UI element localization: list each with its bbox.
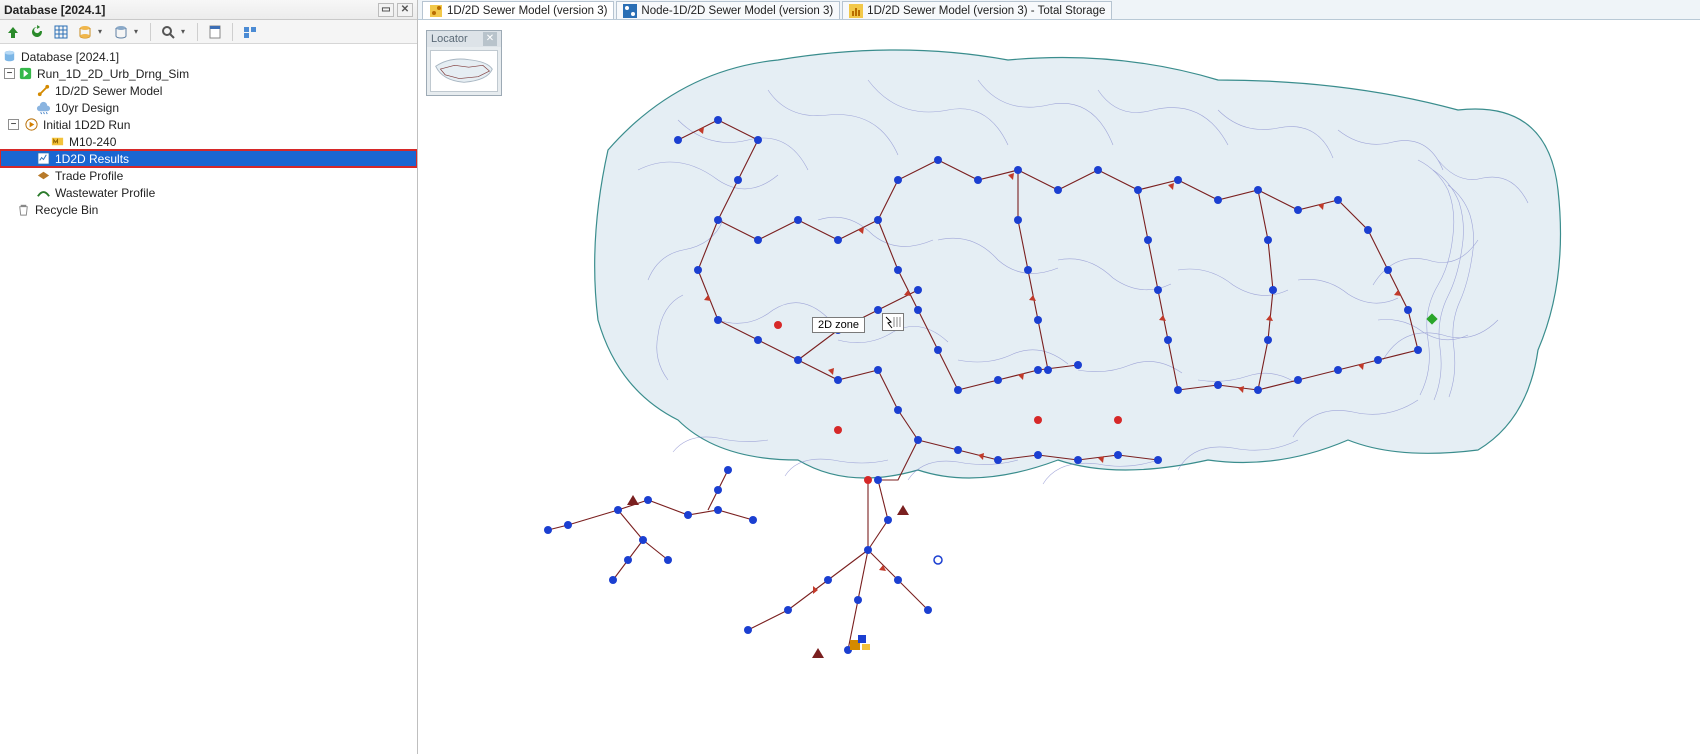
rainfall-m-icon bbox=[50, 134, 65, 149]
waste-profile-icon bbox=[36, 185, 51, 200]
tb-up-icon[interactable] bbox=[4, 23, 22, 41]
locator-title: Locator bbox=[431, 33, 468, 45]
recycle-bin-icon bbox=[16, 202, 31, 217]
tree-label: Run_1D_2D_Urb_Drng_Sim bbox=[37, 67, 189, 81]
tree-label: 1D2D Results bbox=[55, 152, 129, 166]
db-toolbar: ▾ ▾ ▾ bbox=[0, 20, 417, 44]
tab-sewer-model[interactable]: 1D/2D Sewer Model (version 3) bbox=[422, 1, 614, 19]
tree-sewer-model[interactable]: 1D/2D Sewer Model bbox=[0, 82, 417, 99]
tb-refresh-icon[interactable] bbox=[28, 23, 46, 41]
tree-design[interactable]: 10yr Design bbox=[0, 99, 417, 116]
panel-pin-button[interactable]: ▭ bbox=[378, 3, 394, 17]
tree-waste-profile[interactable]: Wastewater Profile bbox=[0, 184, 417, 201]
geoplan-tabs: 1D/2D Sewer Model (version 3) Node-1D/2D… bbox=[418, 0, 1700, 20]
tree-label: 1D/2D Sewer Model bbox=[55, 84, 162, 98]
db-tree[interactable]: Database [2024.1] − Run_1D_2D_Urb_Drng_S… bbox=[0, 44, 417, 754]
database-panel: Database [2024.1] ▭ ✕ ▾ ▾ ▾ bbox=[0, 0, 418, 754]
expander-icon[interactable]: − bbox=[8, 119, 19, 130]
facility-symbol[interactable] bbox=[850, 635, 870, 650]
tree-root[interactable]: Database [2024.1] bbox=[0, 48, 417, 65]
tb-doc-icon[interactable] bbox=[206, 23, 224, 41]
outfalls[interactable] bbox=[627, 495, 909, 658]
tree-label: Database [2024.1] bbox=[21, 50, 119, 64]
network-map[interactable] bbox=[418, 20, 1700, 754]
tree-m10[interactable]: M10-240 bbox=[0, 133, 417, 150]
tree-label: Initial 1D2D Run bbox=[43, 118, 130, 132]
panel-close-button[interactable]: ✕ bbox=[397, 3, 413, 17]
tb-db2-icon[interactable] bbox=[112, 23, 130, 41]
boundary-2d-zone[interactable] bbox=[595, 50, 1561, 478]
tree-results[interactable]: 1D2D Results bbox=[0, 150, 417, 167]
tb-db-icon[interactable] bbox=[76, 23, 94, 41]
database-icon bbox=[2, 49, 17, 64]
tree-run[interactable]: − Run_1D_2D_Urb_Drng_Sim bbox=[0, 65, 417, 82]
cursor-badge bbox=[882, 313, 904, 331]
tree-label: 10yr Design bbox=[55, 101, 119, 115]
rainfall-icon bbox=[36, 100, 51, 115]
panel-titlebar: Database [2024.1] ▭ ✕ bbox=[0, 0, 417, 20]
tree-label: Trade Profile bbox=[55, 169, 123, 183]
results-icon bbox=[36, 151, 51, 166]
tree-initial-run[interactable]: − Initial 1D2D Run bbox=[0, 116, 417, 133]
open-node[interactable] bbox=[934, 556, 942, 564]
tooltip-label: 2D zone bbox=[818, 319, 859, 331]
locator-titlebar: Locator ✕ bbox=[427, 31, 501, 47]
tree-label: M10-240 bbox=[69, 135, 116, 149]
locator-box[interactable]: Locator ✕ bbox=[426, 30, 502, 96]
tab-label: 1D/2D Sewer Model (version 3) - Total St… bbox=[867, 5, 1105, 17]
node-icon bbox=[623, 4, 637, 18]
geoplan-panel: 1D/2D Sewer Model (version 3) Node-1D/2D… bbox=[418, 0, 1700, 754]
tab-storage[interactable]: 1D/2D Sewer Model (version 3) - Total St… bbox=[842, 1, 1112, 19]
panel-title: Database [2024.1] bbox=[4, 3, 105, 17]
trade-profile-icon bbox=[36, 168, 51, 183]
map-tooltip: 2D zone bbox=[812, 317, 865, 333]
tb-search-dropdown-icon[interactable]: ▾ bbox=[181, 27, 189, 36]
tab-label: Node-1D/2D Sewer Model (version 3) bbox=[641, 5, 833, 17]
locator-close-icon[interactable]: ✕ bbox=[483, 32, 497, 46]
folder-run-icon bbox=[18, 66, 33, 81]
locator-thumbnail[interactable] bbox=[430, 50, 498, 92]
tree-trade-profile[interactable]: Trade Profile bbox=[0, 167, 417, 184]
tb-cfg-icon[interactable] bbox=[241, 23, 259, 41]
tab-node[interactable]: Node-1D/2D Sewer Model (version 3) bbox=[616, 1, 840, 19]
tree-recycle[interactable]: Recycle Bin bbox=[0, 201, 417, 218]
tree-label: Wastewater Profile bbox=[55, 186, 155, 200]
expander-icon[interactable]: − bbox=[4, 68, 15, 79]
run-icon bbox=[24, 117, 39, 132]
network-icon bbox=[36, 83, 51, 98]
tb-db-dropdown-icon[interactable]: ▾ bbox=[98, 27, 106, 36]
tb-db2-dropdown-icon[interactable]: ▾ bbox=[134, 27, 142, 36]
tab-label: 1D/2D Sewer Model (version 3) bbox=[447, 5, 607, 17]
map-canvas[interactable]: Locator ✕ 2D zone bbox=[418, 20, 1700, 754]
tree-label: Recycle Bin bbox=[35, 203, 98, 217]
network-icon bbox=[429, 4, 443, 18]
tb-grid-icon[interactable] bbox=[52, 23, 70, 41]
chart-icon bbox=[849, 4, 863, 18]
tb-search-icon[interactable] bbox=[159, 23, 177, 41]
